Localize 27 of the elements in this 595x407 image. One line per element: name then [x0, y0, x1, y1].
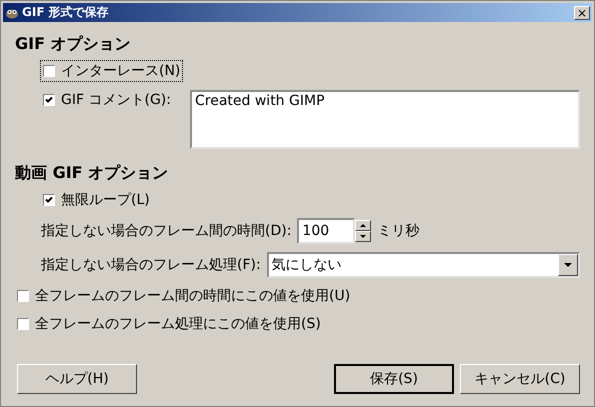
checkbox[interactable]: GIF コメント(G):	[41, 90, 173, 110]
section-heading: GIF オプション	[15, 34, 132, 55]
caret-icon	[564, 263, 572, 267]
section-heading: 動画 GIF オプション	[15, 163, 170, 184]
delay-label: 指定しない場合のフレーム間の時間(D):	[41, 222, 292, 240]
dialog-button[interactable]: ヘルプ(H)	[17, 364, 137, 394]
unit-label: ミリ秒	[377, 222, 420, 240]
spin-up-button[interactable]	[355, 220, 372, 231]
delay-field[interactable]: 100	[297, 218, 356, 244]
checkmark-icon	[45, 96, 53, 104]
window-title: GIF 形式で保存	[22, 4, 110, 21]
dropdown-button[interactable]	[558, 254, 578, 276]
close-button[interactable]: ×	[574, 6, 590, 20]
down-arrow-icon	[360, 235, 366, 238]
checkbox[interactable]: インターレース(N)	[41, 61, 182, 81]
spin-down-button[interactable]	[355, 231, 372, 242]
mascot-icon	[5, 6, 19, 18]
disposal-label: 指定しない場合のフレーム処理(F):	[41, 256, 261, 274]
checkbox[interactable]: 全フレームのフレーム間の時間にこの値を使用(U)	[15, 286, 352, 306]
checkbox[interactable]: 全フレームのフレーム処理にこの値を使用(S)	[15, 314, 323, 334]
disposal-dropdown[interactable]: 気にしない	[266, 252, 580, 278]
up-arrow-icon	[360, 224, 366, 227]
checkmark-icon	[45, 196, 53, 204]
dialog-button[interactable]: 保存(S)	[334, 364, 454, 394]
comment-field[interactable]: Created with GIMP	[190, 90, 580, 149]
dialog-button[interactable]: キャンセル(C)	[460, 364, 580, 394]
checkbox[interactable]: 無限ループ(L)	[41, 190, 152, 210]
